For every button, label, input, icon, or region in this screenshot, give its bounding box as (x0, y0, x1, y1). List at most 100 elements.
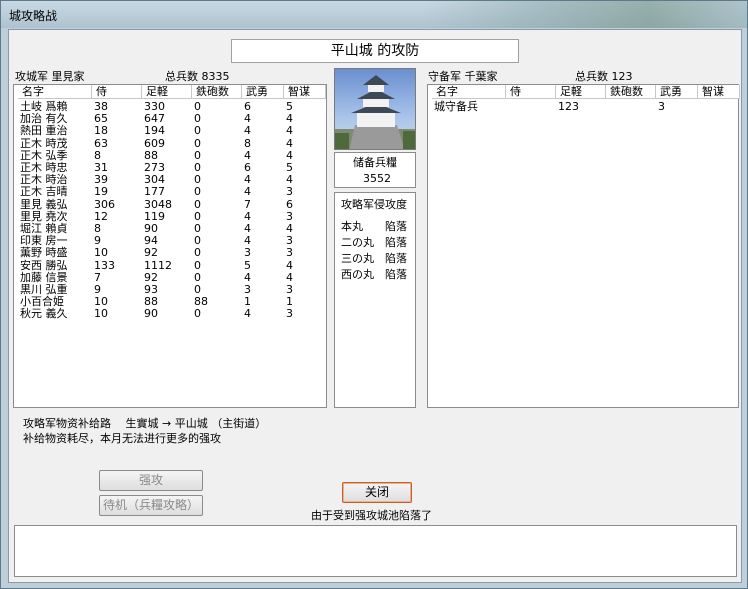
assault-button[interactable]: 强攻 (99, 470, 203, 491)
title-bar[interactable]: 城攻略战 (1, 1, 747, 28)
column-header[interactable]: 名字 (432, 85, 506, 99)
defender-label: 守备军 千葉家 (428, 70, 498, 83)
column-header[interactable]: 武勇 (656, 85, 698, 99)
table-cell: 里見 堯次 (20, 209, 68, 223)
table-cell: 38 (94, 100, 108, 113)
table-cell: 177 (144, 185, 165, 199)
progress-item-status: 陷落 (385, 220, 407, 233)
message-log[interactable] (14, 525, 737, 577)
attacker-table[interactable]: 名字侍足軽 鉄砲数 武勇 智谋 土岐 爲賴 38 330 0 6 5 加治 有久 65 647 0 4 4 熱田… (13, 84, 327, 408)
progress-item-name: 二の丸 (341, 236, 374, 249)
table-cell: 0 (194, 100, 201, 113)
table-cell: 4 (244, 222, 251, 235)
castle-picture (335, 75, 415, 149)
table-cell: 0 (194, 283, 201, 296)
table-cell: 0 (194, 161, 201, 174)
table-row[interactable]: 薫野 時盛 10 92 0 3 3 (14, 247, 326, 259)
table-row[interactable]: 里見 義弘 306 3048 0 7 6 (14, 197, 326, 211)
table-row[interactable]: 正木 吉晴 19 177 0 4 3 (14, 186, 326, 198)
table-cell: 273 (144, 161, 165, 174)
table-cell: 63 (94, 136, 108, 150)
window-title: 城攻略战 (9, 9, 58, 23)
table-cell: 0 (194, 148, 201, 162)
table-row[interactable]: 正木 時治 39 304 0 4 4 (14, 174, 326, 186)
table-cell: 8 (244, 136, 251, 150)
table-cell: 0 (194, 124, 201, 138)
progress-item-status: 陷落 (385, 268, 407, 281)
table-cell: 306 (94, 197, 115, 211)
table-row[interactable]: 秋元 義久 10 90 0 4 3 (14, 308, 326, 320)
table-row[interactable]: 加藤 信景 7 92 0 4 4 (14, 270, 326, 284)
table-cell: 5 (286, 161, 293, 174)
table-cell: 123 (558, 100, 579, 113)
table-cell: 4 (286, 173, 293, 187)
supply-message: 补给物资耗尽，本月无法进行更多的强攻 (23, 432, 221, 445)
column-header[interactable]: 智谋 (284, 85, 326, 99)
table-cell: 0 (194, 197, 201, 211)
table-cell: 6 (244, 100, 251, 113)
table-cell: 9 (94, 234, 101, 248)
defender-table[interactable]: 名字侍足軽 鉄砲数 武勇 智谋 城守备兵 123 3 (427, 84, 740, 408)
table-cell: 88 (144, 148, 158, 162)
table-cell: 119 (144, 209, 165, 223)
column-header[interactable]: 武勇 (242, 85, 284, 99)
progress-item-status: 陷落 (385, 236, 407, 249)
table-row[interactable]: 熱田 重治 18 194 0 4 4 (14, 125, 326, 137)
table-cell: 7 (244, 197, 251, 211)
table-cell: 7 (94, 270, 101, 284)
table-cell: 0 (194, 307, 201, 321)
defender-total: 总兵数 123 (575, 70, 633, 83)
table-cell: 4 (286, 124, 293, 138)
column-header[interactable]: 足軽 (556, 85, 606, 99)
progress-box: 攻略军侵攻度 本丸 陷落 二の丸 陷落 三の丸 陷落 西の丸 陷落 (334, 192, 416, 408)
column-header[interactable]: 智谋 (698, 85, 740, 99)
column-header[interactable]: 名字 (18, 85, 92, 99)
table-cell: 330 (144, 100, 165, 113)
reserve-box: 储备兵糧 3552 (334, 152, 416, 188)
table-cell: 6 (286, 197, 293, 211)
column-header[interactable]: 侍 (92, 85, 142, 99)
progress-item-name: 西の丸 (341, 268, 374, 281)
table-cell: 88 (194, 295, 208, 309)
table-row[interactable]: 安西 勝弘 133 1112 0 5 4 (14, 258, 326, 272)
table-cell: 0 (194, 136, 201, 150)
table-cell: 3 (286, 246, 293, 260)
table-cell: 3048 (144, 197, 172, 211)
table-cell: 安西 勝弘 (20, 258, 68, 272)
table-cell: 88 (144, 295, 158, 309)
progress-item-name: 本丸 (341, 220, 363, 233)
table-cell: 正木 吉晴 (20, 185, 68, 199)
column-header[interactable]: 鉄砲数 (606, 85, 656, 99)
table-cell: 4 (244, 124, 251, 138)
table-cell: 133 (94, 258, 115, 272)
table-row[interactable]: 城守备兵 123 3 (428, 101, 738, 113)
table-cell: 4 (244, 234, 251, 248)
table-cell: 3 (286, 209, 293, 223)
table-cell: 3 (286, 185, 293, 199)
table-cell: 4 (286, 136, 293, 150)
table-row[interactable]: 正木 弘季 8 88 0 4 4 (14, 148, 326, 162)
table-row[interactable]: 正木 時茂 63 609 0 8 4 (14, 136, 326, 150)
table-cell: 39 (94, 173, 108, 187)
column-header[interactable]: 足軽 (142, 85, 192, 99)
progress-title: 攻略军侵攻度 (341, 198, 407, 211)
table-cell: 3 (286, 234, 293, 248)
table-cell: 薫野 時盛 (20, 246, 68, 260)
table-cell: 3 (286, 307, 293, 321)
close-button[interactable]: 关闭 (342, 482, 412, 503)
table-cell: 3 (286, 283, 293, 296)
table-cell: 0 (194, 112, 201, 126)
table-row[interactable]: 堀江 賴貞 8 90 0 4 4 (14, 223, 326, 235)
table-cell: 4 (286, 222, 293, 235)
table-cell: 8 (94, 222, 101, 235)
table-cell: 4 (244, 112, 251, 126)
column-header[interactable]: 侍 (506, 85, 556, 99)
table-cell: 0 (194, 258, 201, 272)
wait-button[interactable]: 待机（兵糧攻略） (99, 495, 203, 516)
table-cell: 3 (244, 246, 251, 260)
status-message: 由于受到强攻城池陷落了 (311, 509, 432, 522)
table-cell: 3 (658, 100, 665, 113)
column-header[interactable]: 鉄砲数 (192, 85, 242, 99)
table-row[interactable]: 里見 堯次 12 119 0 4 3 (14, 209, 326, 223)
table-cell: 里見 義弘 (20, 197, 68, 211)
